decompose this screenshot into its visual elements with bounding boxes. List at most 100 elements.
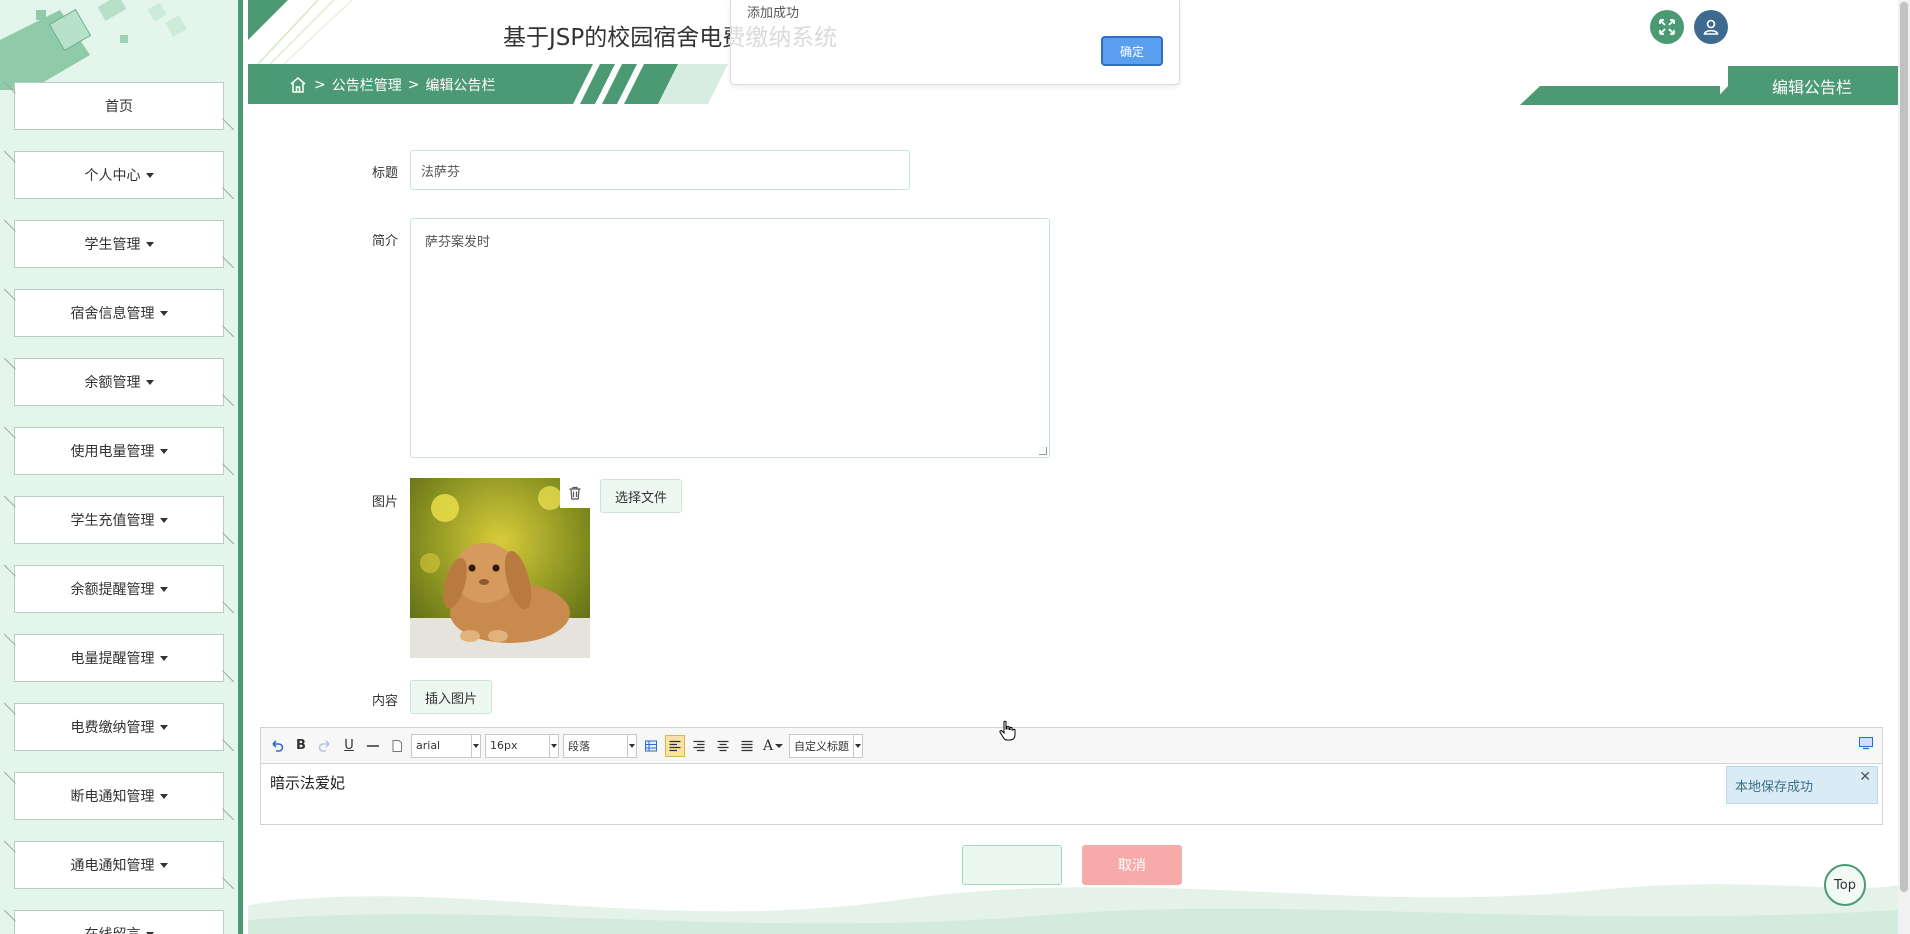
- resize-grip-icon[interactable]: [1039, 447, 1047, 455]
- breadcrumb-separator: >: [314, 77, 326, 93]
- insert-image-button[interactable]: 插入图片: [410, 680, 492, 714]
- user-icon: [1703, 19, 1719, 35]
- fullscreen-editor-button[interactable]: [1858, 735, 1876, 753]
- caret-down-icon: [145, 241, 154, 247]
- align-left-button[interactable]: [665, 734, 685, 757]
- undo-button[interactable]: [267, 735, 287, 757]
- local-save-message: 本地保存成功: [1735, 779, 1814, 795]
- paragraph-select[interactable]: 段落: [563, 733, 637, 758]
- sidebar-item-label: 断电通知管理: [70, 789, 155, 805]
- choose-file-button[interactable]: 选择文件: [600, 479, 682, 513]
- sidebar-item-label: 学生管理: [84, 237, 141, 253]
- document-icon: [392, 739, 402, 752]
- submit-button[interactable]: [962, 845, 1062, 885]
- redo-button[interactable]: [315, 735, 335, 757]
- sidebar-item-label: 余额管理: [84, 375, 141, 391]
- user-button[interactable]: [1694, 10, 1728, 44]
- sidebar-item-dorm-info[interactable]: 宿舍信息管理: [14, 289, 224, 337]
- alert-message: 添加成功: [747, 6, 800, 21]
- font-size-select[interactable]: 16px: [485, 733, 559, 758]
- align-left-icon: [669, 740, 681, 751]
- fullscreen-icon: [1659, 19, 1675, 35]
- dropdown-arrow-icon: [471, 734, 480, 757]
- caret-down-icon: [145, 172, 154, 178]
- header-decoration: [248, 0, 353, 64]
- align-center-button[interactable]: [713, 735, 733, 757]
- sidebar-item-personal-center[interactable]: 个人中心: [14, 151, 224, 199]
- insert-table-button[interactable]: [641, 735, 661, 757]
- home-icon[interactable]: [288, 75, 308, 95]
- intro-textarea[interactable]: 萨芬案发时: [410, 218, 1050, 458]
- align-right-icon: [693, 740, 705, 751]
- font-family-select[interactable]: arial: [411, 733, 481, 758]
- title-input[interactable]: 法萨芬: [410, 150, 910, 190]
- sidebar-item-home[interactable]: 首页: [14, 82, 224, 130]
- sidebar-item-student-management[interactable]: 学生管理: [14, 220, 224, 268]
- undo-icon: [272, 739, 284, 752]
- caret-down-icon: [159, 862, 168, 868]
- page-scrollbar[interactable]: [1898, 0, 1910, 934]
- title-input-value: 法萨芬: [421, 164, 461, 180]
- editor-content[interactable]: 暗示法爱妃: [261, 764, 1882, 801]
- caret-down-icon: [159, 724, 168, 730]
- underline-button[interactable]: U: [339, 735, 359, 757]
- sidebar-item-label: 个人中心: [84, 168, 141, 184]
- breadcrumb-item-notice-management[interactable]: 公告栏管理: [332, 75, 402, 95]
- sidebar-item-label: 首页: [105, 99, 133, 115]
- sidebar-decoration: [0, 0, 238, 90]
- content-label: 内容: [372, 694, 399, 709]
- bold-button[interactable]: B: [291, 735, 311, 757]
- sidebar-item-label: 使用电量管理: [70, 444, 155, 460]
- clear-format-button[interactable]: [387, 735, 407, 757]
- sidebar-item-power-on-notice[interactable]: 通电通知管理: [14, 841, 224, 889]
- align-center-icon: [717, 740, 729, 751]
- sidebar-item-label: 通电通知管理: [70, 858, 155, 874]
- title-label: 标题: [372, 166, 399, 181]
- sidebar-item-power-usage[interactable]: 使用电量管理: [14, 427, 224, 475]
- font-color-icon: A: [762, 737, 774, 754]
- page-scrollbar-thumb[interactable]: [1900, 2, 1908, 892]
- sidebar-item-student-recharge[interactable]: 学生充值管理: [14, 496, 224, 544]
- custom-heading-value: 自定义标题: [794, 739, 849, 753]
- close-icon[interactable]: ✕: [1859, 769, 1871, 785]
- sidebar-item-power-reminder[interactable]: 电量提醒管理: [14, 634, 224, 682]
- font-family-value: arial: [416, 739, 441, 752]
- align-justify-icon: [741, 740, 753, 751]
- cancel-button[interactable]: 取消: [1082, 845, 1182, 885]
- delete-image-button[interactable]: [560, 478, 590, 508]
- back-to-top-button[interactable]: Top: [1824, 864, 1866, 906]
- custom-heading-select[interactable]: 自定义标题: [789, 733, 863, 758]
- sidebar-item-label: 余额提醒管理: [70, 582, 155, 598]
- sidebar-item-label: 电量提醒管理: [70, 651, 155, 667]
- caret-down-icon: [159, 517, 168, 523]
- sidebar-item-online-message[interactable]: 在线留言: [14, 910, 224, 934]
- align-right-button[interactable]: [689, 735, 709, 757]
- rich-text-editor[interactable]: B U arial 16px 段落 A 自定义标题 暗示法爱妃 本地保存成功 ✕: [260, 727, 1883, 825]
- horizontal-line-icon: [367, 744, 379, 747]
- sidebar-item-power-off-notice[interactable]: 断电通知管理: [14, 772, 224, 820]
- dropdown-arrow-icon: [853, 734, 862, 757]
- image-label: 图片: [372, 495, 399, 510]
- sidebar-item-bill-payment[interactable]: 电费缴纳管理: [14, 703, 224, 751]
- sidebar-item-balance-reminder[interactable]: 余额提醒管理: [14, 565, 224, 613]
- caret-down-icon: [159, 793, 168, 799]
- intro-textarea-value: 萨芬案发时: [425, 235, 491, 250]
- caret-down-icon: [159, 586, 168, 592]
- align-justify-button[interactable]: [737, 735, 757, 757]
- alert-ok-button[interactable]: 确定: [1101, 36, 1163, 66]
- caret-down-icon: [159, 310, 168, 316]
- sidebar-item-label: 电费缴纳管理: [70, 720, 155, 736]
- hand-cursor-icon: [999, 720, 1016, 741]
- caret-down-icon: [775, 743, 784, 748]
- font-size-value: 16px: [490, 739, 518, 752]
- redo-icon: [318, 739, 330, 752]
- intro-label: 简介: [372, 234, 399, 249]
- horizontal-rule-button[interactable]: [363, 735, 383, 757]
- breadcrumb: > 公告栏管理 > 编辑公告栏: [288, 74, 495, 96]
- fullscreen-button[interactable]: [1650, 10, 1684, 44]
- page-title: 编辑公告栏: [1772, 78, 1853, 97]
- paragraph-value: 段落: [568, 739, 590, 753]
- font-color-button[interactable]: A: [761, 735, 785, 757]
- sidebar-item-label: 学生充值管理: [70, 513, 155, 529]
- sidebar-item-balance[interactable]: 余额管理: [14, 358, 224, 406]
